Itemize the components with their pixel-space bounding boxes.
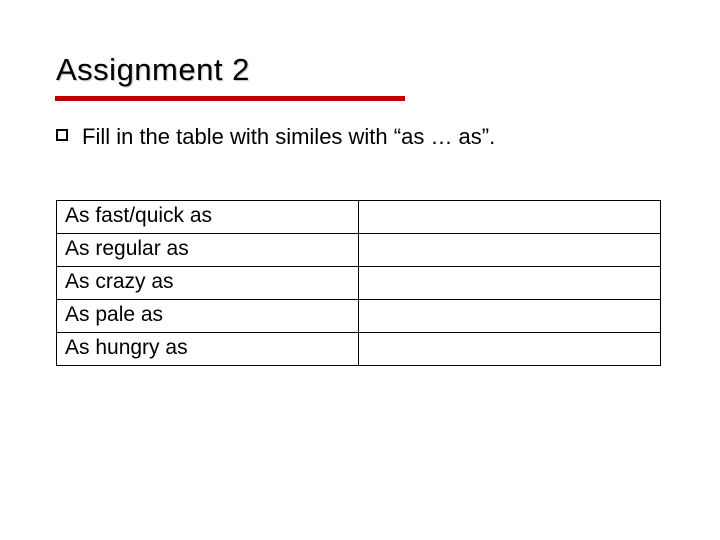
square-bullet-icon: [56, 129, 68, 141]
table-row: As regular as: [57, 233, 661, 266]
table-row: As pale as: [57, 299, 661, 332]
simile-prompt-cell: As hungry as: [57, 332, 359, 365]
title-underline: [55, 96, 405, 101]
bullet-item: Fill in the table with similes with “as …: [56, 123, 664, 152]
page-title: Assignment 2: [56, 52, 664, 94]
simile-prompt-cell: As crazy as: [57, 266, 359, 299]
simile-prompt-cell: As pale as: [57, 299, 359, 332]
table-row: As crazy as: [57, 266, 661, 299]
simile-prompt-cell: As fast/quick as: [57, 200, 359, 233]
title-block: Assignment 2: [56, 52, 664, 101]
table-row: As hungry as: [57, 332, 661, 365]
bullet-text: Fill in the table with similes with “as …: [82, 123, 495, 152]
simile-prompt-cell: As regular as: [57, 233, 359, 266]
simile-answer-cell: [359, 200, 661, 233]
similes-table-wrap: As fast/quick as As regular as As crazy …: [56, 200, 664, 366]
table-row: As fast/quick as: [57, 200, 661, 233]
similes-table: As fast/quick as As regular as As crazy …: [56, 200, 661, 366]
simile-answer-cell: [359, 299, 661, 332]
slide-content: Assignment 2 Fill in the table with simi…: [0, 0, 720, 366]
simile-answer-cell: [359, 332, 661, 365]
simile-answer-cell: [359, 266, 661, 299]
simile-answer-cell: [359, 233, 661, 266]
